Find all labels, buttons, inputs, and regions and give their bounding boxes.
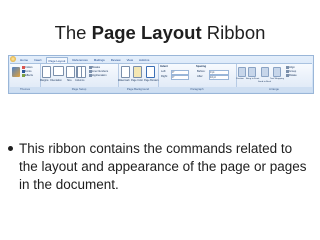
group-label-page-background: Page Background [118, 87, 158, 92]
position-icon[interactable] [238, 67, 246, 77]
margins-icon[interactable] [42, 66, 51, 78]
bullet-icon [8, 146, 13, 151]
group-paragraph: Indent Left: 0" Right: 0" Spacing Before… [158, 64, 237, 92]
themes-effects[interactable]: Effects [22, 74, 33, 77]
spacing-after-label: After: [197, 75, 204, 78]
page-color-button[interactable]: Page Color [131, 79, 143, 82]
orientation-button[interactable]: Orientation [50, 79, 62, 82]
spacing-label: Spacing [196, 65, 207, 68]
indent-left-label: Left: [161, 70, 167, 73]
group-label-themes: Themes [10, 87, 40, 92]
office-button-icon[interactable] [10, 56, 16, 62]
bullet-text: This ribbon contains the commands relate… [19, 141, 307, 192]
align-button[interactable]: Align [286, 66, 295, 69]
bullet-list: This ribbon contains the commands relate… [8, 140, 308, 194]
group-label-page-setup: Page Setup [40, 87, 118, 92]
page-borders-icon[interactable] [146, 66, 155, 78]
margins-button[interactable]: Margins [40, 79, 49, 82]
indent-right-input[interactable]: 0" [171, 75, 189, 80]
rotate-button[interactable]: Rotate [286, 74, 297, 77]
position-button[interactable]: Position [236, 78, 244, 81]
text-wrapping-button[interactable]: Text Wrapping [270, 78, 284, 81]
themes-fonts[interactable]: Fonts [22, 70, 32, 73]
ribbon-screenshot: Home Insert Page Layout References Maili… [8, 55, 314, 94]
title-suffix: Ribbon [206, 22, 266, 43]
title-bold: Page Layout [91, 22, 202, 43]
spacing-before-label: Before: [197, 70, 206, 73]
watermark-icon[interactable] [121, 66, 130, 78]
orientation-icon[interactable] [53, 66, 64, 76]
line-numbers-button[interactable]: Line Numbers [89, 70, 108, 73]
size-button[interactable]: Size [67, 79, 72, 82]
breaks-button[interactable]: Breaks [89, 66, 100, 69]
group-button[interactable]: Group [286, 70, 296, 73]
indent-label: Indent [160, 65, 168, 68]
themes-icon[interactable] [12, 67, 20, 77]
spacing-after-input[interactable]: 10 pt [209, 75, 229, 80]
bring-to-front-icon[interactable] [248, 67, 256, 77]
group-label-paragraph: Paragraph [158, 87, 236, 92]
group-page-setup: Margins Orientation Size Columns Breaks … [40, 64, 119, 92]
indent-right-label: Right: [161, 75, 168, 78]
title-prefix: The [54, 22, 87, 43]
slide-title: The Page Layout Ribbon [0, 22, 320, 44]
group-label-arrange: Arrange [236, 87, 312, 92]
group-page-background: Watermark Page Color Page Borders Page B… [118, 64, 159, 92]
group-arrange: Position Bring to Front Send to Back Tex… [236, 64, 312, 92]
themes-colors[interactable]: Colors [22, 66, 33, 69]
size-icon[interactable] [66, 66, 75, 78]
send-to-back-icon[interactable] [261, 67, 269, 77]
hyphenation-button[interactable]: Hyphenation [89, 74, 107, 77]
text-wrapping-icon[interactable] [273, 67, 281, 77]
group-themes: Colors Fonts Effects Themes [10, 64, 41, 92]
ribbon-panel: Colors Fonts Effects Themes Margins Orie… [10, 63, 312, 92]
columns-icon[interactable] [76, 66, 86, 78]
page-borders-button[interactable]: Page Borders [144, 79, 159, 82]
watermark-button[interactable]: Watermark [118, 79, 130, 82]
page-color-icon[interactable] [133, 66, 142, 78]
send-to-back-button[interactable]: Send to Back [258, 81, 271, 84]
columns-button[interactable]: Columns [75, 79, 84, 82]
